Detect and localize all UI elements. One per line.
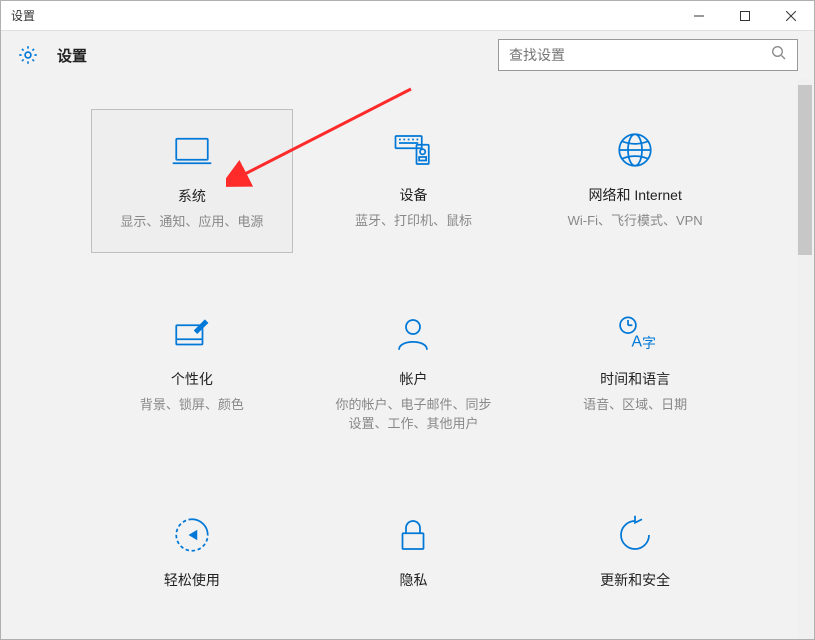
tile-desc: 蓝牙、打印机、鼠标 — [355, 211, 472, 231]
maximize-button[interactable] — [722, 1, 768, 31]
tile-title: 系统 — [178, 186, 206, 206]
tile-title: 更新和安全 — [600, 570, 670, 590]
scrollbar-thumb[interactable] — [798, 85, 812, 255]
tile-title: 个性化 — [171, 369, 213, 389]
tile-title: 隐私 — [399, 570, 427, 590]
tile-title: 轻松使用 — [164, 570, 220, 590]
tile-ease-of-access[interactable]: 轻松使用 — [91, 494, 293, 616]
tile-personalization[interactable]: 个性化 背景、锁屏、颜色 — [91, 293, 293, 454]
tile-network[interactable]: 网络和 Internet Wi-Fi、飞行模式、VPN — [534, 109, 736, 253]
display-icon — [171, 130, 213, 172]
tile-desc: 背景、锁屏、颜色 — [140, 395, 244, 415]
personalization-icon — [171, 313, 213, 355]
settings-window: 设置 设置 — [0, 0, 815, 640]
person-icon — [392, 313, 434, 355]
search-input[interactable] — [509, 47, 759, 63]
svg-text:字: 字 — [642, 335, 656, 351]
tile-title: 时间和语言 — [600, 369, 670, 389]
titlebar: 设置 — [1, 1, 814, 31]
header: 设置 — [1, 31, 814, 79]
tile-desc: 你的帐户、电子邮件、同步设置、工作、其他用户 — [333, 395, 493, 434]
search-icon — [771, 45, 787, 66]
search-box[interactable] — [498, 39, 798, 71]
update-icon — [614, 514, 656, 556]
scrollbar[interactable] — [797, 79, 813, 639]
tile-time-language[interactable]: A 字 时间和语言 语音、区域、日期 — [534, 293, 736, 454]
tile-title: 网络和 Internet — [588, 185, 681, 205]
tile-update-security[interactable]: 更新和安全 — [534, 494, 736, 616]
tile-desc: 语音、区域、日期 — [583, 395, 687, 415]
tile-privacy[interactable]: 隐私 — [313, 494, 515, 616]
devices-icon — [392, 129, 434, 171]
globe-icon — [614, 129, 656, 171]
page-title: 设置 — [57, 45, 87, 66]
time-language-icon: A 字 — [614, 313, 656, 355]
tile-title: 帐户 — [399, 369, 427, 389]
window-title: 设置 — [1, 7, 35, 24]
minimize-button[interactable] — [676, 1, 722, 31]
svg-text:A: A — [632, 333, 643, 350]
tile-devices[interactable]: 设备 蓝牙、打印机、鼠标 — [313, 109, 515, 253]
tile-accounts[interactable]: 帐户 你的帐户、电子邮件、同步设置、工作、其他用户 — [313, 293, 515, 454]
tiles-grid: 系统 显示、通知、应用、电源 设备 蓝牙、打印机、鼠标 — [1, 79, 796, 639]
tile-desc: 显示、通知、应用、电源 — [120, 212, 263, 232]
lock-icon — [392, 514, 434, 556]
ease-of-access-icon — [171, 514, 213, 556]
tile-title: 设备 — [399, 185, 427, 205]
tile-desc: Wi-Fi、飞行模式、VPN — [568, 211, 703, 231]
close-button[interactable] — [768, 1, 814, 31]
gear-icon — [17, 44, 39, 66]
tile-system[interactable]: 系统 显示、通知、应用、电源 — [91, 109, 293, 253]
